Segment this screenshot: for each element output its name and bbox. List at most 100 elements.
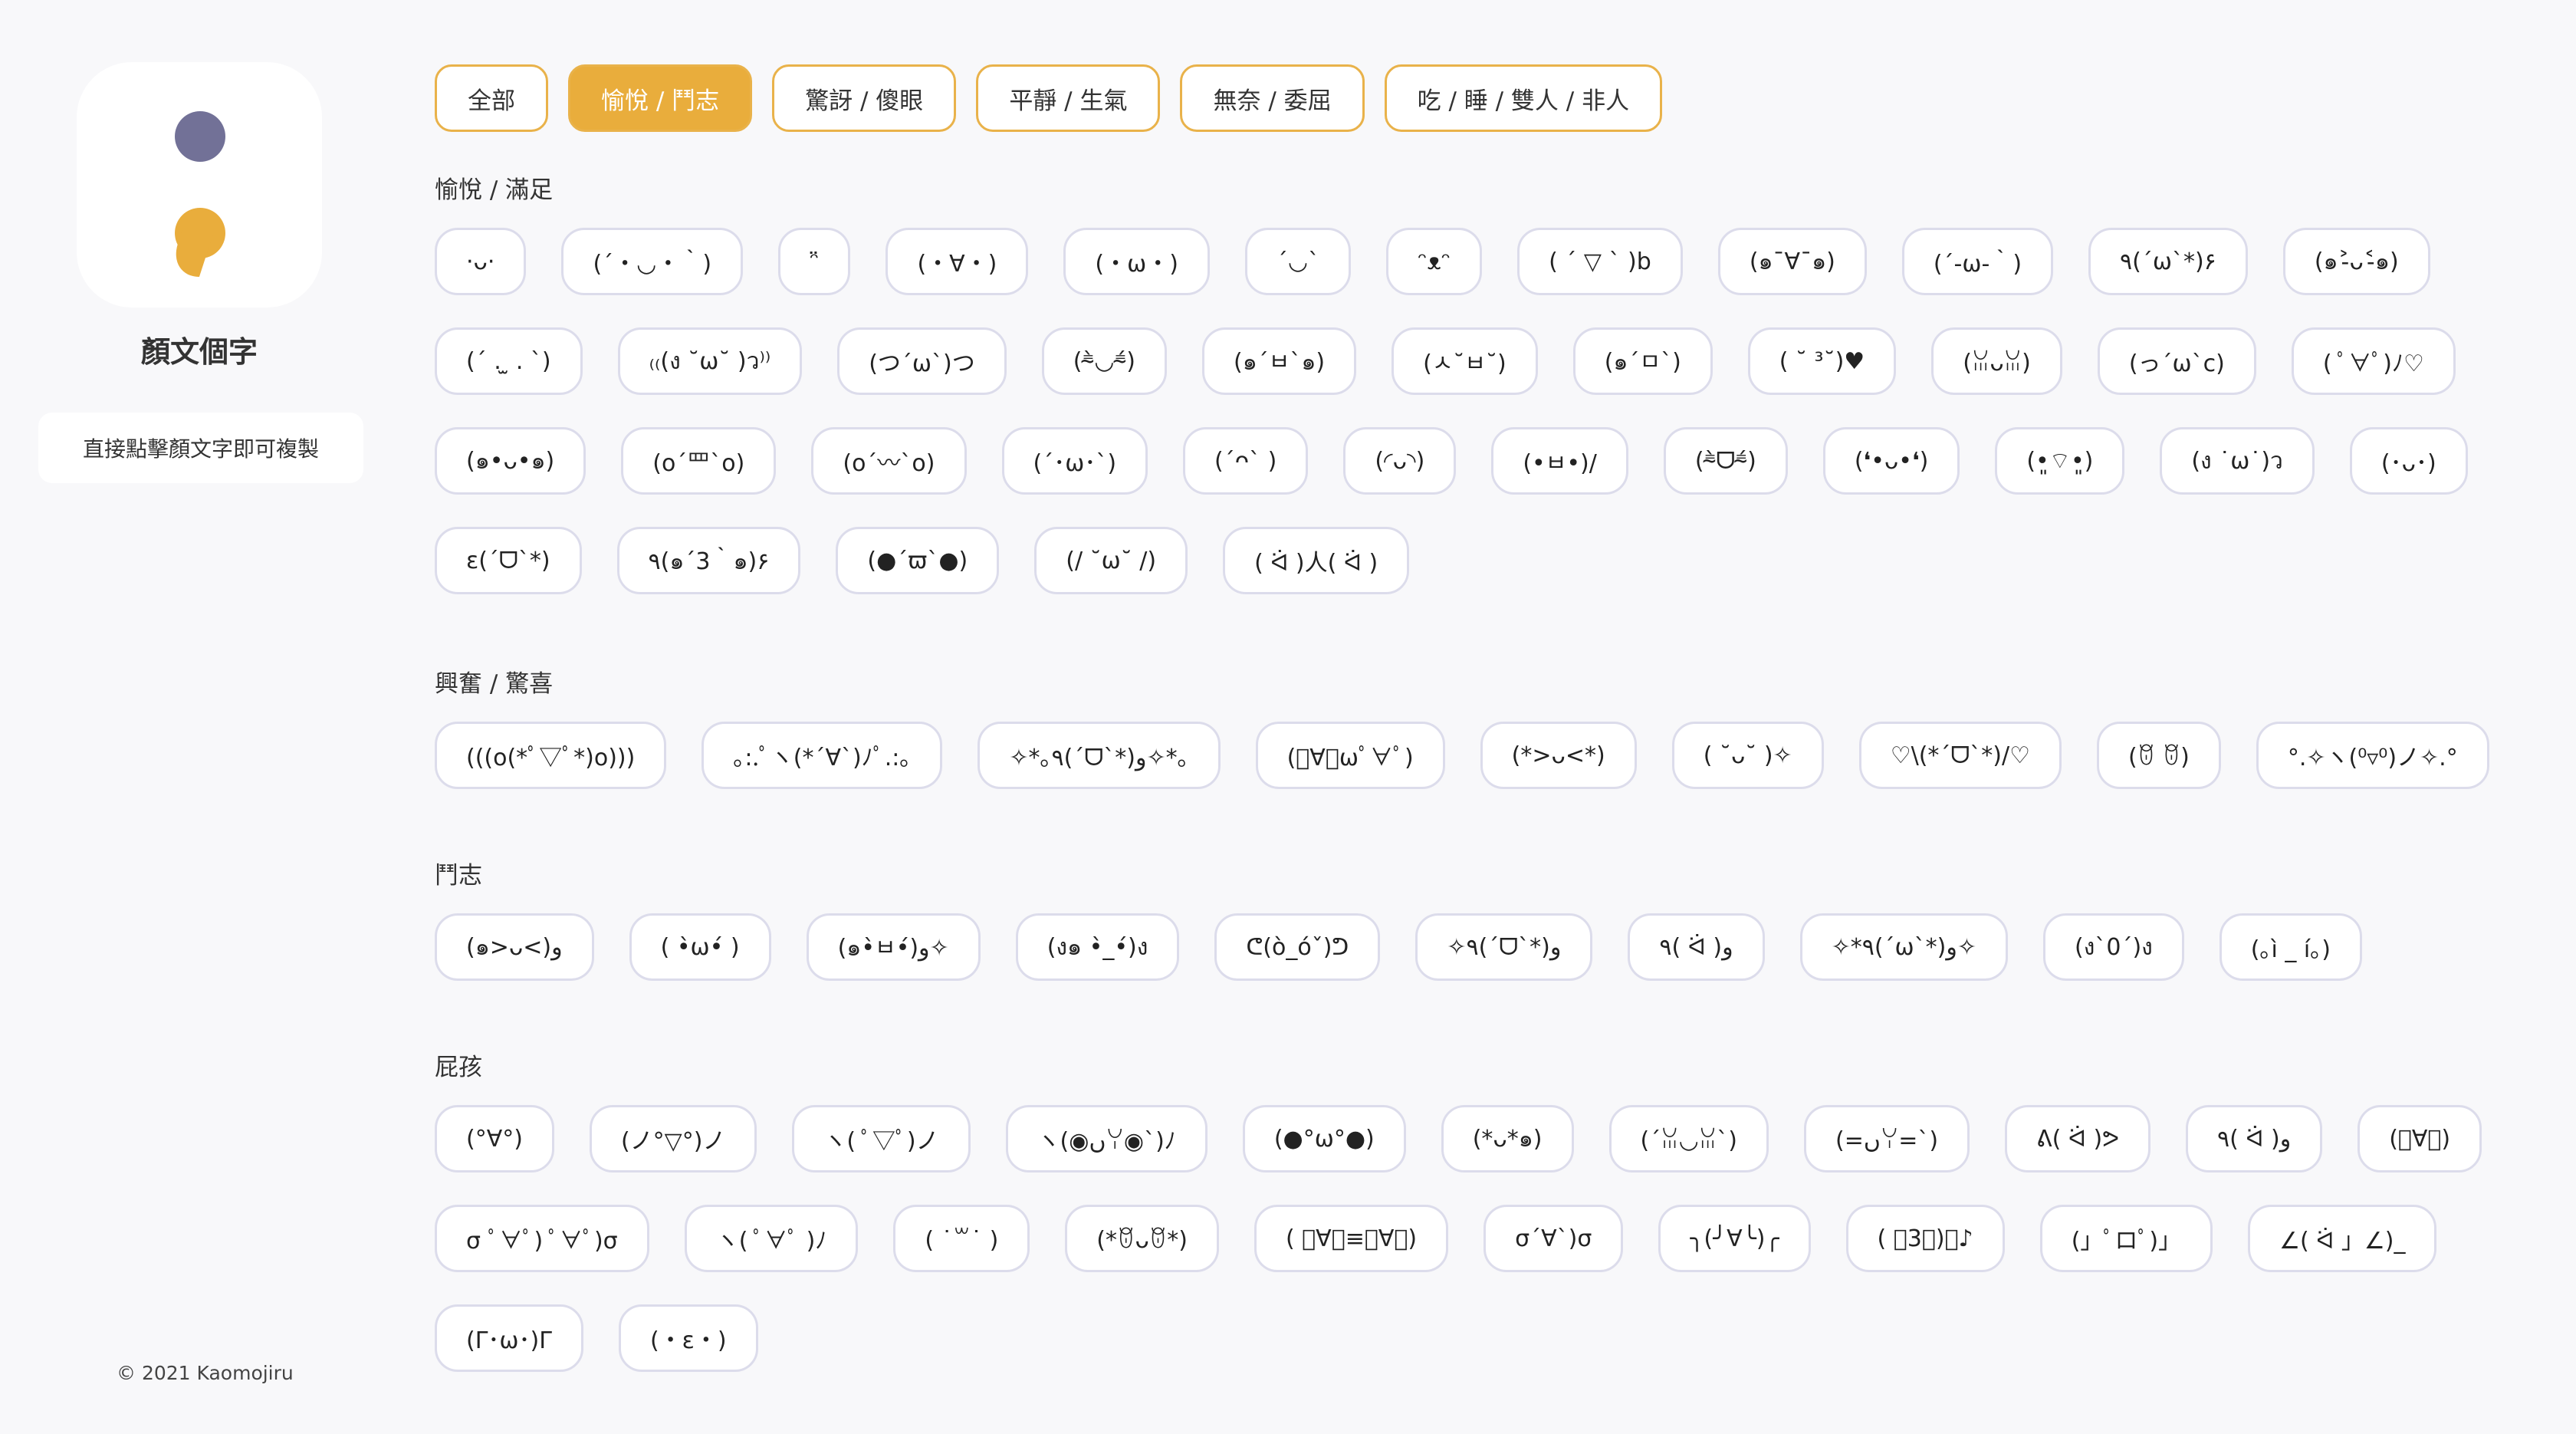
- app-logo: [77, 62, 322, 308]
- kaomoji-chip[interactable]: (◜ᴗ◝): [1343, 427, 1457, 495]
- kaomoji-list: ·ᴗ· (´・◡・｀) ᵔ̈ (・∀・) (・ω・) ´◡` ᵔᴥᵔ ( ´ ▽ ` )b (๑…: [435, 228, 2505, 594]
- kaomoji-chip[interactable]: ( ˘ᴗ˘ )✧: [1671, 722, 1824, 789]
- tab-3[interactable]: 平靜 / 生氣: [976, 64, 1161, 132]
- tab-4[interactable]: 無奈 / 委屈: [1180, 64, 1365, 132]
- app-name: 顏文個字: [140, 335, 258, 369]
- section-title: 鬥志: [435, 862, 482, 890]
- kaomoji-chip[interactable]: (´・◡・｀): [561, 228, 744, 295]
- kaomoji-chip[interactable]: (ꆤ ꆤ): [2097, 722, 2221, 789]
- kaomoji-chip[interactable]: (*ꆤᴗꆤ*): [1065, 1205, 1219, 1272]
- kaomoji-chip[interactable]: (•ㅂ•)/: [1491, 427, 1628, 495]
- kaomoji-chip[interactable]: (´･ω･`): [1001, 427, 1148, 495]
- kaomoji-chip[interactable]: ٩( ᐛ )و: [2186, 1105, 2323, 1173]
- tab-5[interactable]: 吃 / 睡 / 雙人 / 非人: [1384, 64, 1663, 132]
- kaomoji-chip[interactable]: (=ںꌩ=`): [1803, 1105, 1970, 1173]
- tab-0[interactable]: 全部: [435, 64, 548, 132]
- kaomoji-chip[interactable]: ´◡`: [1244, 228, 1352, 295]
- kaomoji-chip[interactable]: (⁼̴̀◡⁼̴́): [1041, 327, 1167, 395]
- kaomoji-chip[interactable]: ( •̀ω•́ ): [629, 913, 771, 981]
- kaomoji-chip[interactable]: (ㅅ˘ㅂ˘): [1392, 327, 1538, 395]
- kaomoji-chip[interactable]: (๑•ᴗ•๑): [435, 427, 586, 495]
- kaomoji-chip[interactable]: ✧٩(ˊᗜˋ*)و: [1415, 913, 1593, 981]
- kaomoji-chip[interactable]: (๑´ㅂ`๑): [1202, 327, 1357, 395]
- tab-1[interactable]: 愉悅 / 鬥志: [568, 64, 753, 132]
- kaomoji-chip[interactable]: (ง๑ •̀_•́)ง: [1015, 913, 1180, 981]
- kaomoji-chip[interactable]: (」ﾟロﾟ)」: [2039, 1205, 2213, 1272]
- kaomoji-chip[interactable]: ٩(´ω`*)۶: [2088, 228, 2248, 295]
- kaomoji-chip[interactable]: (๑˃̵ᴗ˂̵๑): [2282, 228, 2430, 295]
- kaomoji-chip[interactable]: ( ᐛ )人( ᐛ ): [1223, 527, 1410, 594]
- kaomoji-chip[interactable]: (°∀°): [435, 1105, 554, 1173]
- kaomoji-chip[interactable]: (｡ì _ í｡): [2219, 913, 2362, 981]
- kaomoji-chip[interactable]: (•͈⌔•͈): [1995, 427, 2125, 495]
- section-1: 興奮 / 驚喜 (((o(*ﾟ▽ﾟ*)o))) ｡:.ﾟヽ(*´∀`)ﾉﾟ.:｡ ✧*…: [435, 664, 2505, 789]
- kaomoji-chip[interactable]: ヽ(◉ںꌩ◉`)ﾉ: [1005, 1105, 1208, 1173]
- kaomoji-chip[interactable]: (ﾟ∀ﾟ): [2358, 1105, 2482, 1173]
- kaomoji-chip[interactable]: (･ᴗ･): [2349, 427, 2468, 495]
- kaomoji-chip[interactable]: (⁼̴̀ᗜ⁼̴́): [1663, 427, 1788, 495]
- kaomoji-chip[interactable]: ( ﾟ∀ﾟ≡ﾟ∀ﾟ): [1254, 1205, 1449, 1272]
- kaomoji-chip[interactable]: ヽ( ﾟ▽ﾟ)ノ: [792, 1105, 971, 1173]
- kaomoji-chip[interactable]: ╮(╯∀╰)╭: [1658, 1205, 1811, 1272]
- kaomoji-chip[interactable]: ( ˘ ³˘)♥: [1747, 327, 1897, 395]
- kaomoji-chip[interactable]: (Γ･ω･)Γ: [435, 1304, 583, 1372]
- kaomoji-chip[interactable]: (((o(*ﾟ▽ﾟ*)o))): [435, 722, 667, 789]
- kaomoji-chip[interactable]: (ง ˙ω˙)ว: [2160, 427, 2315, 495]
- kaomoji-chip[interactable]: (๑>ᴗ<)و: [435, 913, 594, 981]
- kaomoji-chip[interactable]: (っ´ω`c): [2097, 327, 2256, 395]
- kaomoji-chip[interactable]: (๑¯∀¯๑): [1717, 228, 1867, 295]
- kaomoji-chip[interactable]: (つ´ω`)つ: [837, 327, 1007, 395]
- kaomoji-chip[interactable]: ( ﾟ3ﾟ)〜♪: [1845, 1205, 2005, 1272]
- kaomoji-chip[interactable]: (๑´ㅁ`): [1572, 327, 1713, 395]
- kaomoji-chip[interactable]: ᕦ(ò_óˇ)ᕤ: [1214, 913, 1381, 981]
- kaomoji-chip[interactable]: (´ꈍ◡ꈍ`): [1608, 1105, 1769, 1173]
- kaomoji-chip[interactable]: (*ᴗ*๑): [1441, 1105, 1574, 1173]
- kaomoji-chip[interactable]: ɛ(ˊᗜˋ*): [435, 527, 582, 594]
- kaomoji-chip[interactable]: (●°ω°●): [1242, 1105, 1406, 1173]
- kaomoji-chip[interactable]: ᵔᴥᵔ: [1386, 228, 1483, 295]
- section-2: 鬥志 (๑>ᴗ<)و ( •̀ω•́ ) (๑•̀ㅂ•́)و✧ (ง๑ •̀_•́)ง ᕦ…: [435, 856, 2505, 981]
- kaomoji-chip[interactable]: ٩( ᐛ )و: [1628, 913, 1765, 981]
- kaomoji-chip[interactable]: °.✧ヽ(⁰▿⁰)ノ✧.°: [2256, 722, 2489, 789]
- kaomoji-chip[interactable]: (❛•ᴗ•❛): [1822, 427, 1960, 495]
- kaomoji-chip[interactable]: (/ ˘ω˘ /): [1034, 527, 1188, 594]
- tab-2[interactable]: 驚訝 / 傻眼: [772, 64, 957, 132]
- kaomoji-chip[interactable]: (・ω・): [1063, 228, 1210, 295]
- kaomoji-chip[interactable]: (´ . ̫ . `): [435, 327, 583, 395]
- section-title: 愉悅 / 滿足: [435, 176, 554, 204]
- kaomoji-chip[interactable]: (o´罒`o): [621, 427, 777, 495]
- section-3: 屁孩 (°∀°) (ノ°▽°)ノ ヽ( ﾟ▽ﾟ)ノ ヽ(◉ںꌩ◉`)ﾉ (●°ω°●) (*…: [435, 1048, 2505, 1372]
- kaomoji-chip[interactable]: ᵔ̈: [778, 228, 851, 295]
- kaomoji-chip[interactable]: ₍₍(ง ˘ω˘ )ว⁾⁾: [617, 327, 803, 395]
- kaomoji-chip[interactable]: (ノ°▽°)ノ: [589, 1105, 757, 1173]
- kaomoji-chip[interactable]: ᕕ( ᐛ )ᕗ: [2005, 1105, 2150, 1173]
- kaomoji-chip[interactable]: σ ﾟ∀ﾟ) ﾟ∀ﾟ)σ: [435, 1205, 649, 1272]
- kaomoji-chip[interactable]: ｡:.ﾟヽ(*´∀`)ﾉﾟ.:｡: [702, 722, 943, 789]
- kaomoji-chip[interactable]: σ´∀`)σ: [1484, 1205, 1624, 1272]
- kaomoji-chip[interactable]: (・ε・): [618, 1304, 758, 1372]
- kaomoji-chip[interactable]: (๑•̀ㅂ•́)و✧: [806, 913, 981, 981]
- kaomoji-chip[interactable]: ♡\(*ˊᗜˋ*)/♡: [1858, 722, 2062, 789]
- kaomoji-chip[interactable]: (・∀・): [886, 228, 1029, 295]
- kaomoji-chip[interactable]: ( ´ ▽ ` )b: [1517, 228, 1683, 295]
- kaomoji-chip[interactable]: ( ﾟ∀ﾟ)ﾉ♡: [2291, 327, 2456, 395]
- kaomoji-list: (((o(*ﾟ▽ﾟ*)o))) ｡:.ﾟヽ(*´∀`)ﾉﾟ.:｡ ✧*｡٩(ˊᗜˋ*…: [435, 722, 2505, 789]
- section-title: 屁孩: [435, 1054, 482, 1081]
- kaomoji-chip[interactable]: (ﾟ∀ﾟωﾟ∀ﾟ): [1255, 722, 1445, 789]
- kaomoji-chip[interactable]: ( ˙꒳˙ ): [893, 1205, 1030, 1272]
- kaomoji-chip[interactable]: ٩(๑´3｀๑)۶: [616, 527, 801, 594]
- kaomoji-chip[interactable]: ✧*｡٩(ˊᗜˋ*)و✧*｡: [978, 722, 1221, 789]
- kaomoji-chip[interactable]: ∠( ᐛ 」∠)_: [2248, 1205, 2437, 1272]
- kaomoji-chip[interactable]: ヽ( ﾟ∀ﾟ )ﾉ: [684, 1205, 859, 1272]
- section-0: 愉悅 / 滿足 ·ᴗ· (´・◡・｀) ᵔ̈ (・∀・) (・ω・) ´◡` ᵔᴥᵔ ( ´ ▽…: [435, 170, 2505, 594]
- kaomoji-chip[interactable]: (ง`0´)ง: [2043, 913, 2184, 981]
- kaomoji-chip[interactable]: (´-ω-｀): [1901, 228, 2054, 295]
- kaomoji-chip[interactable]: (o´〰`o): [811, 427, 967, 495]
- kaomoji-chip[interactable]: (*>ᴗ<*): [1480, 722, 1637, 789]
- kaomoji-chip[interactable]: (●´ϖ`●): [836, 527, 1000, 594]
- kaomoji-chip[interactable]: (´ᴖ` ): [1183, 427, 1309, 495]
- kaomoji-chip[interactable]: (ꈍᴗꈍ): [1931, 327, 2062, 395]
- kaomoji-chip[interactable]: ·ᴗ·: [435, 228, 527, 295]
- app-root: 顏文個字 直接點擊顏文字即可複製 © 2021 Kaomojiru 全部 愉悅 /…: [0, 0, 2576, 1434]
- kaomoji-chip[interactable]: ✧*٩(ˊωˋ*)و✧: [1799, 913, 2008, 981]
